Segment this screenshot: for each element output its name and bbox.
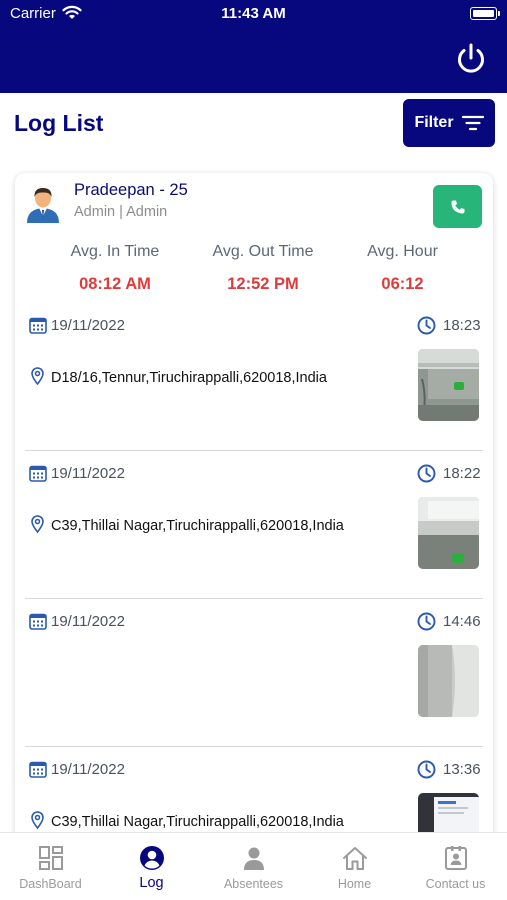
user-circle-icon [140,846,164,870]
avatar-icon [27,188,59,223]
stat-value: 12:52 PM [227,275,299,293]
contact-card-icon [445,846,467,870]
avg-hour-stat: Avg. Hour 06:12 [355,243,450,294]
log-time: 18:22 [443,465,481,482]
tab-dashboard[interactable]: DashBoard [0,833,101,900]
log-photo-thumbnail[interactable] [418,497,479,569]
call-button[interactable] [433,185,482,228]
log-date: 19/11/2022 [51,761,125,778]
stat-label: Avg. In Time [70,243,160,260]
status-bar: Carrier 11:43 AM [0,0,507,30]
clock-icon [417,316,436,335]
employee-role: Admin | Admin [74,204,168,220]
page-title: Log List [14,110,104,136]
tab-absentees[interactable]: Absentees [203,833,304,900]
log-address: D18/16,Tennur,Tiruchirappalli,620018,Ind… [51,370,327,386]
avg-out-time-stat: Avg. Out Time 12:52 PM [201,243,325,294]
log-time: 14:46 [443,613,481,630]
tab-label: DashBoard [19,877,82,891]
log-entry: 19/11/2022 14:46 [25,599,483,747]
log-entry: 19/11/2022 18:22 C39,Thillai Nagar,Tiruc… [25,451,483,599]
tab-contact-us[interactable]: Contact us [405,833,506,900]
tab-label: Home [337,877,372,891]
log-photo-thumbnail[interactable] [418,645,479,717]
calendar-icon [29,465,47,482]
calendar-icon [29,317,47,334]
tab-label: Log [139,875,164,891]
tab-label: Absentees [223,877,284,891]
location-pin-icon [31,515,44,533]
log-entry: 19/11/2022 18:23 D18/16,Tennur,Tiruchira… [25,303,483,451]
app-screen: Carrier 11:43 AM Log List Filter Pradeep… [0,0,507,900]
stat-label: Avg. Hour [367,243,438,260]
log-photo-thumbnail[interactable] [418,349,479,421]
calendar-icon [29,613,47,630]
avg-in-time-stat: Avg. In Time 08:12 AM [60,243,170,294]
tab-log[interactable]: Log [101,833,202,900]
log-date: 19/11/2022 [51,317,125,334]
status-time: 11:43 AM [221,5,286,22]
phone-icon [451,200,464,213]
log-address: C39,Thillai Nagar,Tiruchirappalli,620018… [51,814,344,830]
bottom-tab-bar: DashBoard Log Absentees Home Contact us [0,832,507,900]
log-date: 19/11/2022 [51,465,125,482]
log-time: 13:36 [443,761,481,778]
location-pin-icon [31,811,44,829]
log-time: 18:23 [443,317,481,334]
employee-name: Pradeepan - 25 [74,181,188,199]
tab-home[interactable]: Home [304,833,405,900]
log-date: 19/11/2022 [51,613,125,630]
app-header: Carrier 11:43 AM [0,0,507,93]
clock-icon [417,464,436,483]
stat-label: Avg. Out Time [212,243,314,260]
filter-button[interactable]: Filter [403,99,495,147]
filter-button-label: Filter [414,114,454,131]
dashboard-icon [39,846,63,870]
stat-value: 06:12 [381,275,424,293]
tab-label: Contact us [425,877,486,891]
employee-log-card: Pradeepan - 25 Admin | Admin Avg. In Tim… [15,173,493,873]
clock-icon [417,612,436,631]
filter-icon [461,115,484,131]
power-icon[interactable] [455,42,487,76]
calendar-icon [29,761,47,778]
stat-value: 08:12 AM [79,275,151,293]
clock-icon [417,760,436,779]
location-pin-icon [31,367,44,385]
home-icon [343,847,367,870]
person-icon [244,847,264,870]
log-entries-list: 19/11/2022 18:23 D18/16,Tennur,Tiruchira… [25,303,483,873]
attendance-stats: Avg. In Time 08:12 AM Avg. Out Time 12:5… [15,243,493,303]
log-address: C39,Thillai Nagar,Tiruchirappalli,620018… [51,518,344,534]
battery-icon [470,7,500,20]
